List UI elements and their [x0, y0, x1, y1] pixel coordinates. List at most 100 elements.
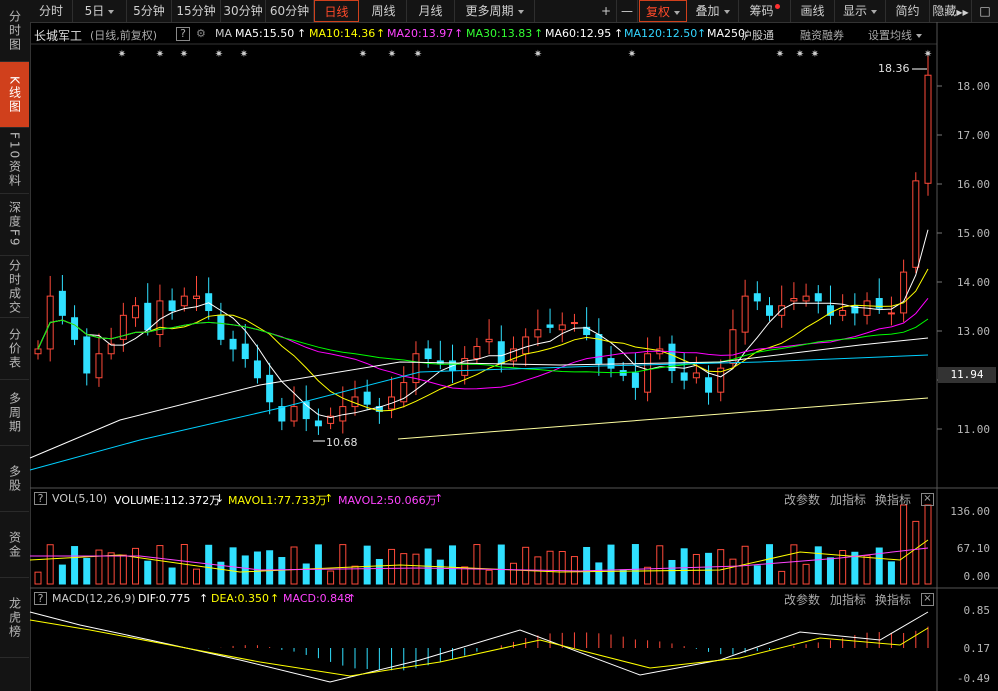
candle-body [339, 406, 347, 422]
event-star-icon: ✷ [156, 49, 164, 60]
vol-title: VOL(5,10) [52, 492, 108, 505]
ma5-value: MA5:15.50 [235, 27, 295, 40]
candle-body [205, 293, 213, 312]
vol-close-icon[interactable]: × [921, 493, 934, 506]
event-star-icon: ✷ [811, 49, 819, 60]
volume-bar [144, 560, 152, 585]
candle-body [168, 300, 176, 312]
volume-bar [253, 551, 261, 585]
volume-bar [339, 544, 347, 585]
mavol2-arrow-icon: ↑ [434, 492, 444, 505]
volume-bar [558, 550, 566, 585]
high-price-label: 18.36 [878, 62, 910, 75]
rongzi-label[interactable]: 融资融券 [800, 27, 844, 43]
volume-bar [644, 566, 652, 585]
mavol1-value: MAVOL1:77.733万 [228, 494, 327, 507]
candle-body [912, 180, 920, 268]
volume-bar [680, 548, 688, 585]
volume-bar [327, 570, 335, 585]
kline-chart[interactable]: ✷ ✷ ✷ ✷ ✷ ✷ ✷ ✷ ✷ ✷ ✷ ✷ ✷ ✷ [0, 0, 998, 691]
volume-bar [912, 520, 920, 585]
volume-bar [363, 545, 371, 585]
volume-bar [790, 544, 798, 585]
macd-edit-params-link[interactable]: 改参数 [784, 591, 820, 608]
volume-bar [814, 546, 822, 585]
candle-body [473, 346, 481, 360]
volume-bar [705, 552, 713, 585]
candle-body [144, 302, 152, 331]
volume-arrow-icon: ↓ [215, 492, 225, 505]
ma60-value: MA60:12.95 [545, 27, 612, 40]
event-star-icon: ✷ [215, 49, 223, 60]
event-star-icon: ✷ [534, 49, 542, 60]
volume-bar [34, 571, 42, 585]
macd-tick: 0.17 [963, 642, 991, 655]
candle-body [192, 295, 200, 300]
candle-body [253, 360, 261, 379]
ma250-line [397, 397, 929, 440]
help-icon[interactable]: ? [176, 27, 190, 41]
volume-bar [132, 547, 140, 585]
macd-tick: -0.49 [956, 672, 990, 685]
candle-body [607, 358, 615, 369]
ma120-value: MA120:12.50 [624, 27, 698, 40]
macd-title: MACD(12,26,9) [52, 592, 136, 605]
candle-body [302, 401, 310, 420]
event-star-icon: ✷ [118, 49, 126, 60]
volume-bar [375, 558, 383, 585]
candle-body [778, 305, 786, 316]
ma10-value: MA10:14.36 [309, 27, 376, 40]
macd-change-indicator-link[interactable]: 换指标 [875, 591, 911, 608]
candle-body [534, 329, 542, 338]
period-info: (日线,前复权) [90, 29, 158, 42]
vol-change-indicator-link[interactable]: 换指标 [875, 491, 911, 508]
candle-body [34, 348, 42, 355]
volume-bar [461, 566, 469, 585]
candle-body [424, 348, 432, 360]
candle-body [741, 295, 749, 333]
vol-edit-params-link[interactable]: 改参数 [784, 491, 820, 508]
volume-bar [192, 568, 200, 585]
volume-bar [887, 561, 895, 585]
volume-bar [778, 570, 786, 585]
volume-bar [107, 552, 115, 585]
macd-value: MACD:0.848 [283, 592, 352, 605]
volume-bar [412, 553, 420, 585]
settings-gear-icon[interactable]: ⚙ [196, 27, 206, 40]
set-ma-dropdown[interactable]: 设置均线 [868, 27, 922, 43]
candle-body [887, 312, 895, 315]
candle-body [692, 372, 700, 379]
macd-close-icon[interactable]: × [921, 593, 934, 606]
volume-bar [729, 558, 737, 585]
vol-tick: 0.00 [963, 570, 991, 583]
candle-body [522, 336, 530, 355]
candle-body [839, 310, 847, 316]
candle-body [680, 372, 688, 381]
event-star-icon: ✷ [240, 49, 248, 60]
vol-tick: 136.00 [950, 505, 990, 518]
macd-help-icon[interactable]: ? [34, 592, 47, 605]
candle-body [132, 305, 140, 319]
volume-bar [802, 563, 810, 585]
macd-add-indicator-link[interactable]: 加指标 [830, 591, 866, 608]
volume-bar [595, 562, 603, 585]
volume-bar [46, 544, 54, 585]
volume-bar [290, 546, 298, 585]
volume-bar [826, 557, 834, 585]
volume-bar [473, 544, 481, 585]
ma20-value: MA20:13.97 [387, 27, 454, 40]
vol-help-icon[interactable]: ? [34, 492, 47, 505]
ma20-line [37, 297, 929, 390]
event-star-icon: ✷ [796, 49, 804, 60]
macd-arrow-icon: ↑ [347, 592, 357, 605]
volume-bar [753, 565, 761, 585]
volume-bar [668, 559, 676, 585]
vol-add-indicator-link[interactable]: 加指标 [830, 491, 866, 508]
candle-body [278, 406, 286, 422]
candle-body [802, 295, 810, 302]
hugutong-label[interactable]: 沪股通 [741, 27, 774, 43]
macd-tick: 0.85 [963, 604, 991, 617]
ma30-arrow-icon: ↑ [534, 27, 544, 40]
candle-body [631, 372, 639, 388]
ma5-arrow-icon: ↑ [297, 27, 307, 40]
